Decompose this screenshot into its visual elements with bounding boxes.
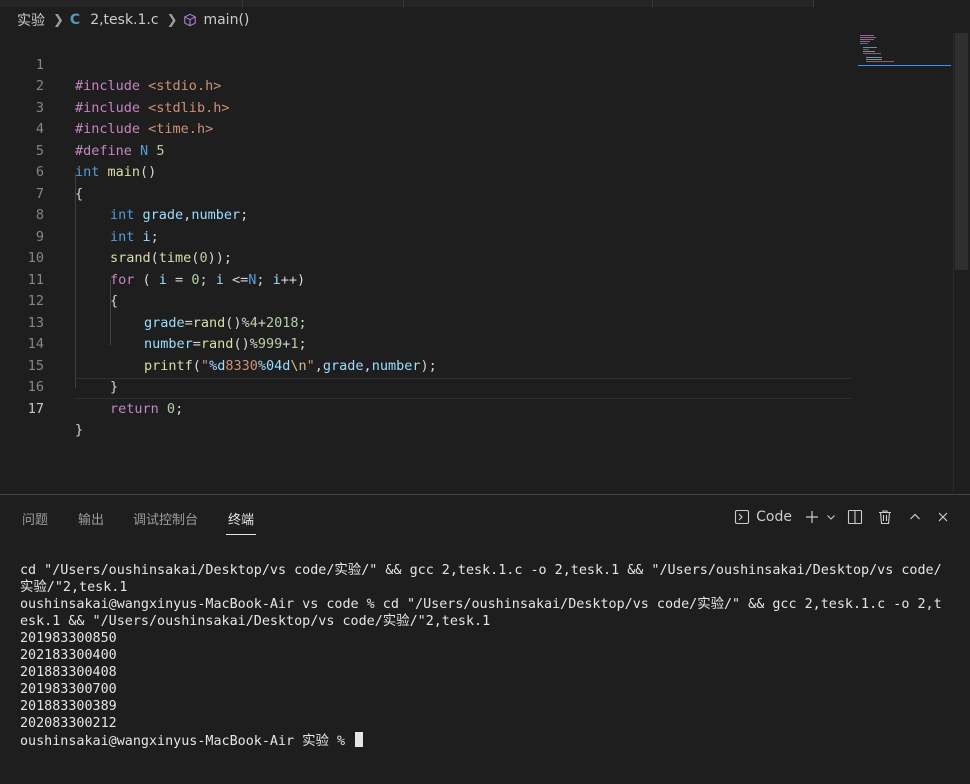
code-line[interactable]: 3 #include <time.h> — [0, 76, 855, 138]
chevron-up-icon — [910, 513, 920, 520]
terminal-line: cd "/Users/oushinsakai/Desktop/vs code/实… — [20, 563, 942, 578]
code-line[interactable]: 5 int main() — [0, 119, 855, 181]
code-line[interactable]: 13 number=rand()%999+1; — [0, 291, 855, 353]
editor-tab[interactable] — [0, 0, 243, 7]
code-line[interactable]: 1 #include <stdio.h> — [0, 33, 855, 95]
new-terminal-button[interactable] — [802, 505, 822, 529]
code-line[interactable]: 6 { — [0, 141, 855, 202]
code-line[interactable]: 8 int i; — [0, 184, 855, 245]
kill-terminal-button[interactable] — [870, 505, 900, 529]
chevron-down-icon — [827, 515, 835, 520]
terminal-icon — [735, 509, 750, 525]
tab-problems[interactable]: 问题 — [22, 509, 48, 528]
c-file-icon: C — [69, 12, 81, 28]
terminal-dropdown-button[interactable] — [822, 505, 840, 529]
terminal-selector[interactable]: Code — [734, 505, 802, 529]
bottom-panel: 问题 输出 调试控制台 终端 Code cd "/Users/oushinsak… — [0, 494, 970, 784]
trash-icon — [879, 510, 891, 525]
maximize-panel-button[interactable] — [900, 505, 930, 529]
terminal-line: 202083300212 — [20, 716, 117, 731]
editor-tab-strip — [0, 0, 970, 7]
minimap[interactable] — [858, 33, 953, 69]
chevron-right-icon: ❯ — [53, 12, 64, 28]
minimap-viewport-line — [858, 65, 951, 66]
editor-tab[interactable] — [243, 0, 404, 7]
split-terminal-button[interactable] — [840, 505, 870, 529]
terminal-line: 201983300850 — [20, 631, 117, 646]
code-line[interactable]: 12 grade=rand()%4+2018; — [0, 270, 855, 331]
close-panel-button[interactable] — [930, 505, 956, 529]
active-tab-indicator — [226, 534, 256, 535]
split-icon — [847, 509, 863, 525]
terminal-line: 202183300400 — [20, 648, 117, 663]
code-editor[interactable]: 1 #include <stdio.h> 2 #include <stdlib.… — [0, 33, 855, 439]
code-line[interactable]: 15 } — [0, 334, 855, 396]
terminal-prompt: oushinsakai@wangxinyus-MacBook-Air 实验 % — [20, 734, 354, 749]
code-line[interactable]: 16 return 0; — [0, 356, 855, 417]
code-line[interactable]: 11 { — [0, 248, 855, 310]
editor-tab[interactable] — [404, 0, 653, 7]
code-line[interactable]: 7 int grade,number; — [0, 162, 855, 224]
breadcrumb-file[interactable]: 2,tesk.1.c — [88, 12, 160, 28]
line-number: 17 — [27, 400, 44, 417]
terminal-output[interactable]: cd "/Users/oushinsakai/Desktop/vs code/实… — [20, 545, 955, 784]
terminal-line: 实验/"2,tesk.1 — [20, 580, 128, 595]
tab-terminal[interactable]: 终端 — [228, 509, 254, 528]
breadcrumb: 实验 ❯ C 2,tesk.1.c ❯ main() — [0, 7, 860, 33]
editor-scrollbar[interactable] — [953, 33, 968, 493]
cube-icon — [184, 13, 197, 27]
code-line[interactable]: 14 printf("%d8330%04d\n",grade,number); — [0, 313, 855, 374]
chevron-right-icon: ❯ — [166, 12, 178, 28]
panel-actions: Code — [734, 505, 956, 529]
terminal-line: oushinsakai@wangxinyus-MacBook-Air vs co… — [20, 597, 942, 612]
code-line[interactable]: 9 srand(time(0)); — [0, 205, 855, 267]
breadcrumb-folder[interactable]: 实验 — [15, 10, 47, 30]
editor-tab[interactable] — [653, 0, 814, 7]
terminal-line: 201883300389 — [20, 699, 117, 714]
tab-debug-console[interactable]: 调试控制台 — [133, 509, 198, 528]
code-line[interactable]: 2 #include <stdlib.h> — [0, 55, 855, 116]
close-icon — [938, 512, 948, 522]
terminal-name: Code — [756, 509, 792, 525]
terminal-prompt-line: oushinsakai@wangxinyus-MacBook-Air 实验 % — [20, 732, 955, 750]
code-line[interactable]: 4 #define N 5 — [0, 98, 855, 159]
terminal-cursor — [355, 732, 364, 747]
tab-output[interactable]: 输出 — [78, 509, 104, 528]
terminal-line: esk.1 && "/Users/oushinsakai/Desktop/vs … — [20, 614, 491, 629]
panel-tab-bar: 问题 输出 调试控制台 终端 Code — [0, 495, 970, 537]
breadcrumb-symbol[interactable]: main() — [201, 12, 251, 28]
scrollbar-thumb[interactable] — [955, 33, 968, 270]
terminal-line: 201983300700 — [20, 682, 117, 697]
code-line[interactable]: 10 for ( i = 0; i <=N; i++) — [0, 227, 855, 288]
code-line[interactable]: 17 } — [0, 377, 855, 439]
terminal-line: 201883300408 — [20, 665, 117, 680]
plus-icon — [806, 511, 818, 523]
